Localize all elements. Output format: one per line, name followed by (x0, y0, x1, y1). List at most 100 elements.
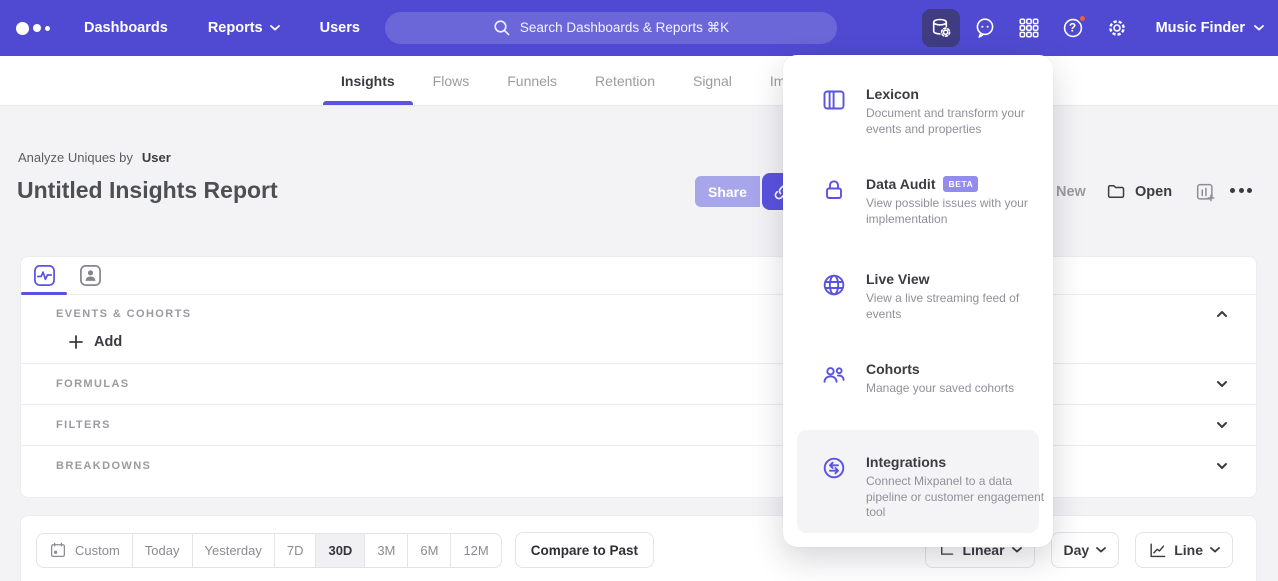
open-label: Open (1135, 184, 1172, 200)
chart-toolbar-card: Custom Today Yesterday 7D 30D 3M 6M 12M … (20, 515, 1257, 581)
range-30d-label: 30D (328, 543, 352, 558)
search-input[interactable]: Search Dashboards & Reports ⌘K (385, 12, 837, 44)
integrations-desc: Connect Mixpanel to a data pipeline or c… (866, 474, 1046, 521)
popup-item-live-view[interactable]: Live View View a live streaming feed of … (797, 271, 1039, 322)
chart-type-selector[interactable]: Line (1135, 532, 1233, 568)
range-yesterday[interactable]: Yesterday (192, 534, 274, 567)
chevron-down-icon (1096, 547, 1106, 553)
range-3m[interactable]: 3M (364, 534, 407, 567)
range-12m[interactable]: 12M (450, 534, 500, 567)
data-management-button[interactable] (922, 9, 960, 47)
popup-item-data-audit[interactable]: Data Audit BETA View possible issues wit… (797, 176, 1039, 227)
range-12m-label: 12M (463, 543, 488, 558)
beta-badge: BETA (943, 176, 978, 192)
section-formulas[interactable]: FORMULAS (21, 363, 1256, 404)
navbar-right: ? Music Finder (922, 0, 1264, 56)
tab-signal[interactable]: Signal (693, 56, 732, 105)
tab-signal-label: Signal (693, 73, 732, 89)
compare-to-past-button[interactable]: Compare to Past (515, 532, 654, 568)
mixpanel-logo-icon[interactable] (16, 22, 50, 35)
tab-insights[interactable]: Insights (341, 56, 395, 105)
nav-users[interactable]: Users (320, 20, 360, 36)
settings-button[interactable] (1098, 9, 1136, 47)
chevron-down-icon[interactable] (1216, 462, 1228, 470)
cohorts-people-icon (821, 362, 847, 388)
chevron-down-icon[interactable] (1216, 380, 1228, 388)
report-tabbar: Insights Flows Funnels Retention Signal … (0, 56, 1278, 106)
chevron-up-icon[interactable] (1216, 310, 1228, 318)
workspace-selector[interactable]: Music Finder (1156, 20, 1264, 36)
nav-reports-label: Reports (208, 20, 263, 36)
search-placeholder: Search Dashboards & Reports ⌘K (520, 20, 729, 36)
range-yesterday-label: Yesterday (205, 543, 262, 558)
tab-retention-label: Retention (595, 73, 655, 89)
nav-dashboards[interactable]: Dashboards (84, 20, 168, 36)
section-filters[interactable]: FILTERS (21, 404, 1256, 445)
cohorts-desc: Manage your saved cohorts (866, 381, 1046, 397)
filters-label: FILTERS (56, 419, 111, 431)
integrations-sync-icon (821, 455, 847, 481)
share-button[interactable]: Share (695, 176, 760, 207)
apps-grid-button[interactable] (1010, 9, 1048, 47)
live-view-title: Live View (866, 271, 930, 287)
section-breakdowns[interactable]: BREAKDOWNS (21, 445, 1256, 486)
add-to-dashboard-button[interactable] (1194, 181, 1216, 203)
range-custom[interactable]: Custom (37, 534, 132, 567)
range-30d[interactable]: 30D (315, 534, 364, 567)
database-gear-icon (929, 16, 953, 40)
lexicon-title: Lexicon (866, 86, 919, 102)
folder-icon (1106, 181, 1127, 202)
chevron-down-icon[interactable] (1216, 421, 1228, 429)
range-7d-label: 7D (287, 543, 304, 558)
chevron-down-icon (1210, 547, 1220, 553)
range-7d[interactable]: 7D (274, 534, 316, 567)
tab-flows[interactable]: Flows (433, 56, 470, 105)
range-3m-label: 3M (377, 543, 395, 558)
search-icon (493, 19, 511, 37)
notification-dot (1078, 14, 1087, 23)
chevron-down-icon (1012, 547, 1022, 553)
apps-grid-icon (1017, 16, 1041, 40)
popup-item-cohorts[interactable]: Cohorts Manage your saved cohorts (797, 361, 1039, 397)
chevron-down-icon (1254, 25, 1264, 31)
interval-selector[interactable]: Day (1051, 532, 1120, 568)
range-custom-label: Custom (75, 543, 120, 558)
section-events-cohorts[interactable]: EVENTS & COHORTS (21, 295, 1256, 333)
popup-item-integrations[interactable]: Integrations Connect Mixpanel to a data … (797, 430, 1039, 533)
top-navbar: Dashboards Reports Users Search Dashboar… (0, 0, 1278, 56)
add-event-button[interactable]: Add (69, 334, 122, 350)
lexicon-desc: Document and transform your events and p… (866, 106, 1046, 137)
range-6m[interactable]: 6M (407, 534, 450, 567)
range-today-label: Today (145, 543, 180, 558)
range-today[interactable]: Today (132, 534, 192, 567)
nav-dashboards-label: Dashboards (84, 20, 168, 36)
tab-funnels-label: Funnels (507, 73, 557, 89)
breakdowns-label: BREAKDOWNS (56, 460, 151, 472)
tab-retention[interactable]: Retention (595, 56, 655, 105)
plus-icon (69, 335, 83, 349)
nav-reports[interactable]: Reports (208, 20, 280, 36)
lexicon-icon (821, 87, 847, 113)
tab-funnels[interactable]: Funnels (507, 56, 557, 105)
open-report-button[interactable]: Open (1106, 181, 1172, 202)
user-profile-icon (79, 264, 102, 287)
board-plus-icon (1194, 181, 1216, 203)
tab-flows-label: Flows (433, 73, 470, 89)
tab-profiles[interactable] (67, 257, 113, 294)
more-options-button[interactable] (1230, 188, 1252, 193)
workspace-name: Music Finder (1156, 20, 1245, 36)
feedback-button[interactable] (966, 9, 1004, 47)
add-label: Add (94, 334, 122, 350)
interval-label: Day (1064, 542, 1090, 558)
tab-metrics[interactable] (21, 257, 67, 294)
gear-icon (1105, 16, 1129, 40)
analyze-entity-selector[interactable]: User (142, 150, 171, 165)
live-view-desc: View a live streaming feed of events (866, 291, 1046, 322)
popup-item-lexicon[interactable]: Lexicon Document and transform your even… (797, 86, 1039, 137)
query-builder-card: EVENTS & COHORTS Add FORMULAS FILTERS BR… (20, 256, 1257, 498)
report-title[interactable]: Untitled Insights Report (17, 177, 278, 204)
new-label: New (1056, 184, 1086, 200)
help-button[interactable]: ? (1054, 9, 1092, 47)
data-audit-desc: View possible issues with your implement… (866, 196, 1046, 227)
chart-type-label: Line (1174, 542, 1203, 558)
